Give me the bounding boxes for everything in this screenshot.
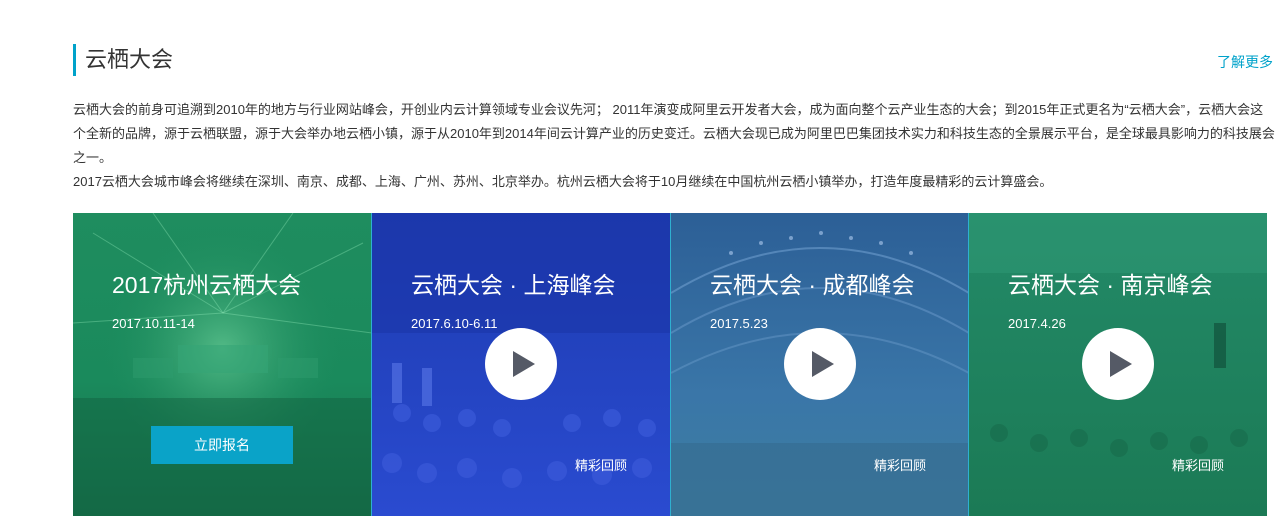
- section-title: 云栖大会: [85, 47, 174, 72]
- card-date: 2017.6.10-6.11: [411, 316, 498, 331]
- play-icon: [513, 351, 535, 377]
- card-title: 云栖大会 · 成都峰会: [710, 272, 915, 298]
- card-divider: [670, 213, 671, 516]
- play-icon: [812, 351, 834, 377]
- event-cards: 2017杭州云栖大会 2017.10.11-14 立即报名 云栖大会 · 上海峰…: [73, 213, 1267, 516]
- event-card-hangzhou[interactable]: 2017杭州云栖大会 2017.10.11-14 立即报名: [73, 213, 372, 516]
- event-card-shanghai[interactable]: 云栖大会 · 上海峰会 2017.6.10-6.11 精彩回顾: [372, 213, 671, 516]
- learn-more-link[interactable]: 了解更多: [1217, 52, 1273, 72]
- card-date: 2017.4.26: [1008, 316, 1066, 331]
- review-link[interactable]: 精彩回顾: [874, 455, 926, 474]
- card-title: 云栖大会 · 南京峰会: [1008, 272, 1213, 298]
- intro-paragraph-2: 2017云栖大会城市峰会将继续在深圳、南京、成都、上海、广州、苏州、北京举办。杭…: [73, 174, 1053, 189]
- card-divider: [371, 213, 372, 516]
- play-icon: [1110, 351, 1132, 377]
- card-divider: [968, 213, 969, 516]
- concert-stage-image: [73, 213, 372, 516]
- play-button[interactable]: [1082, 328, 1154, 400]
- review-link[interactable]: 精彩回顾: [1172, 455, 1224, 474]
- section-header: 云栖大会 了解更多: [73, 44, 1273, 76]
- card-title: 云栖大会 · 上海峰会: [411, 272, 616, 298]
- card-title: 2017杭州云栖大会: [112, 272, 302, 298]
- card-date: 2017.5.23: [710, 316, 768, 331]
- play-button[interactable]: [784, 328, 856, 400]
- review-link[interactable]: 精彩回顾: [575, 455, 627, 474]
- event-card-chengdu[interactable]: 云栖大会 · 成都峰会 2017.5.23 精彩回顾: [671, 213, 969, 516]
- play-button[interactable]: [485, 328, 557, 400]
- title-accent-bar: [73, 44, 76, 76]
- intro-text: 云栖大会的前身可追溯到2010年的地方与行业网站峰会，开创业内云计算领域专业会议…: [73, 98, 1275, 194]
- register-button[interactable]: 立即报名: [151, 426, 293, 464]
- card-date: 2017.10.11-14: [112, 316, 195, 331]
- event-card-nanjing[interactable]: 云栖大会 · 南京峰会 2017.4.26 精彩回顾: [969, 213, 1267, 516]
- intro-paragraph-1: 云栖大会的前身可追溯到2010年的地方与行业网站峰会，开创业内云计算领域专业会议…: [73, 102, 1275, 165]
